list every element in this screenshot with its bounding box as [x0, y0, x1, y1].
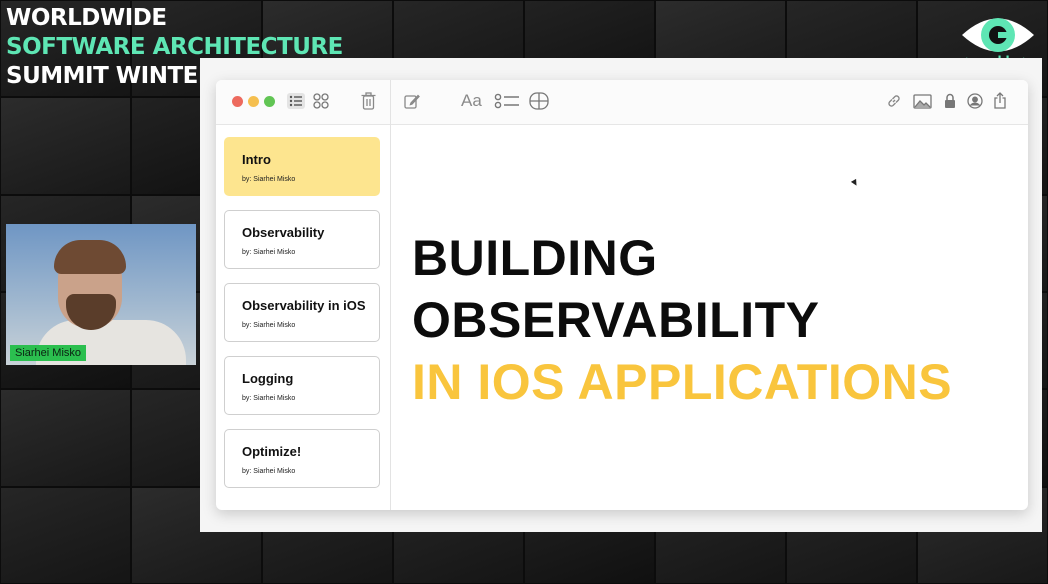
headline-line-3: IN IOS APPLICATIONS	[412, 354, 953, 410]
trash-icon[interactable]	[361, 92, 376, 110]
headline-line-2: OBSERVABILITY	[412, 292, 820, 348]
eye-logo-icon	[962, 18, 1034, 52]
sidebar-divider	[390, 80, 391, 510]
zoom-window-button[interactable]	[264, 96, 275, 107]
lock-icon[interactable]	[944, 93, 956, 109]
link-icon[interactable]	[886, 93, 902, 109]
note-title: Logging	[242, 371, 294, 386]
grid-icon[interactable]	[313, 93, 329, 109]
notes-app-window: Aa Intro by: Siarhei Misko Observability…	[216, 80, 1028, 510]
format-text-button[interactable]: Aa	[461, 91, 482, 111]
list-icon[interactable]	[287, 93, 305, 109]
note-card-observability[interactable]: Observability by: Siarhei Misko	[224, 210, 380, 269]
note-title: Observability in iOS	[242, 298, 366, 313]
speaker-hair	[54, 240, 126, 274]
collaborate-icon[interactable]	[967, 93, 983, 109]
note-author: by: Siarhei Misko	[242, 176, 296, 183]
share-icon[interactable]	[993, 92, 1007, 109]
note-author: by: Siarhei Misko	[242, 322, 296, 329]
note-title: Intro	[242, 152, 271, 167]
note-card-logging[interactable]: Logging by: Siarhei Misko	[224, 356, 380, 415]
note-content[interactable]: BUILDING OBSERVABILITY IN IOS APPLICATIO…	[412, 227, 952, 413]
note-card-optimize[interactable]: Optimize! by: Siarhei Misko	[224, 429, 380, 488]
presentation-slide: Aa Intro by: Siarhei Misko Observability…	[200, 58, 1042, 532]
note-title: Optimize!	[242, 444, 302, 459]
mouse-cursor-icon	[850, 178, 860, 188]
minimize-window-button[interactable]	[248, 96, 259, 107]
close-window-button[interactable]	[232, 96, 243, 107]
note-card-observability-in-ios[interactable]: Observability in iOS by: Siarhei Misko	[224, 283, 380, 342]
event-title-line-1: WORLDWIDE	[6, 5, 167, 31]
table-icon[interactable]	[529, 92, 549, 110]
note-author: by: Siarhei Misko	[242, 249, 296, 256]
speaker-name-tag: Siarhei Misko	[10, 345, 87, 361]
speaker-webcam: Siarhei Misko	[6, 224, 196, 365]
checklist-icon[interactable]	[494, 93, 520, 109]
note-title: Observability	[242, 225, 325, 240]
toolbar: Aa	[216, 80, 1028, 125]
note-author: by: Siarhei Misko	[242, 395, 296, 402]
compose-icon[interactable]	[404, 93, 420, 109]
headline-line-1: BUILDING	[412, 230, 658, 286]
image-icon[interactable]	[913, 94, 932, 109]
note-author: by: Siarhei Misko	[242, 468, 296, 475]
note-card-intro[interactable]: Intro by: Siarhei Misko	[224, 137, 380, 196]
